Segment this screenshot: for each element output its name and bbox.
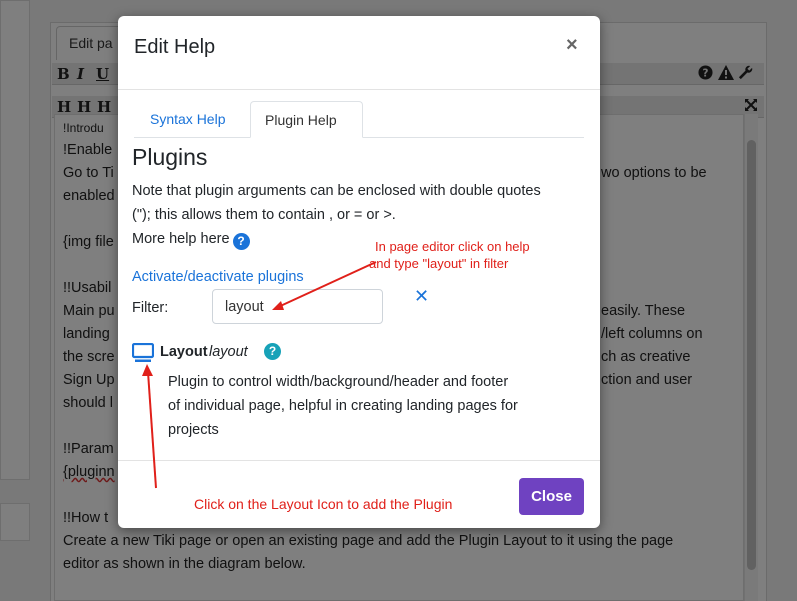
annotation-arrows xyxy=(142,261,377,489)
filter-arrow-head xyxy=(272,301,284,310)
filter-arrow-line xyxy=(275,261,377,309)
icon-arrow-line xyxy=(147,371,157,489)
icon-arrow-head xyxy=(142,364,153,376)
